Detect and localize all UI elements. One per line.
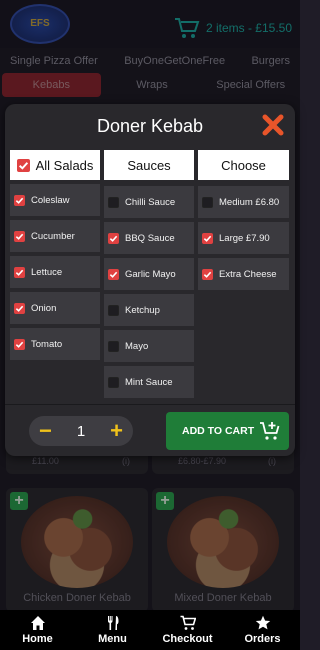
option-mayo[interactable]: Mayo [104, 330, 194, 362]
option-label: Coleslaw [31, 194, 70, 206]
checkbox-checked-icon [108, 268, 119, 280]
checkbox-checked-icon [202, 232, 213, 244]
option-medium[interactable]: Medium £6.80 [198, 186, 289, 218]
option-lettuce[interactable]: Lettuce [10, 256, 100, 288]
checkbox-unchecked-icon [108, 196, 119, 208]
nav-label: Home [22, 633, 53, 645]
nav-home[interactable]: Home [0, 610, 75, 650]
checkbox-unchecked-icon [202, 196, 213, 208]
nav-label: Checkout [162, 633, 213, 645]
product-options-modal: Doner Kebab All Salads Sauces Choose Col… [5, 104, 295, 456]
nav-label: Menu [98, 633, 127, 645]
option-label: Tomato [31, 338, 63, 350]
nav-menu[interactable]: Menu [75, 610, 150, 650]
star-icon [255, 615, 270, 630]
modal-title: Doner Kebab [96, 116, 204, 136]
choose-header: Choose [198, 150, 289, 180]
option-label: Ketchup [125, 304, 160, 316]
option-label: Large £7.90 [219, 232, 270, 244]
option-label: BBQ Sauce [125, 232, 175, 244]
checkbox-checked-icon [108, 232, 119, 244]
option-label: Mayo [125, 340, 149, 352]
add-to-cart-label: ADD TO CART [182, 425, 255, 437]
cutlery-icon [107, 616, 118, 630]
option-bbq-sauce[interactable]: BBQ Sauce [104, 222, 194, 254]
option-garlic-mayo[interactable]: Garlic Mayo [104, 258, 194, 290]
option-label: Mint Sauce [125, 376, 173, 388]
close-icon[interactable] [261, 113, 285, 137]
checkbox-checked-icon [202, 268, 213, 280]
column-header-label: Sauces [127, 157, 171, 173]
checkbox-unchecked-icon [108, 376, 119, 388]
option-chilli-sauce[interactable]: Chilli Sauce [104, 186, 194, 218]
column-header-label: Choose [221, 157, 266, 173]
minus-button[interactable]: − [39, 420, 52, 442]
option-ketchup[interactable]: Ketchup [104, 294, 194, 326]
bottom-nav: Home Menu Checkout Orders [0, 610, 300, 650]
divider [5, 404, 295, 405]
nav-label: Orders [244, 633, 281, 645]
sauces-header: Sauces [104, 150, 194, 180]
option-label: Medium £6.80 [219, 196, 280, 208]
add-to-cart-icon [260, 422, 280, 440]
quantity-value: 1 [76, 422, 86, 440]
column-header-label: All Salads [35, 157, 94, 173]
nav-checkout[interactable]: Checkout [150, 610, 225, 650]
checkbox-checked-icon [14, 302, 25, 314]
checkbox-unchecked-icon [108, 340, 119, 352]
checkbox-checked-icon [16, 158, 30, 172]
option-tomato[interactable]: Tomato [10, 328, 100, 360]
option-label: Cucumber [31, 230, 75, 242]
all-salads-toggle[interactable]: All Salads [10, 150, 100, 180]
checkbox-checked-icon [14, 194, 25, 206]
option-extra-cheese[interactable]: Extra Cheese [198, 258, 289, 290]
checkbox-checked-icon [14, 338, 25, 350]
option-label: Lettuce [31, 266, 63, 278]
option-cucumber[interactable]: Cucumber [10, 220, 100, 252]
option-coleslaw[interactable]: Coleslaw [10, 184, 100, 216]
option-label: Extra Cheese [219, 268, 277, 280]
option-onion[interactable]: Onion [10, 292, 100, 324]
quantity-stepper: − 1 + [29, 416, 133, 446]
checkbox-checked-icon [14, 230, 25, 242]
option-label: Chilli Sauce [125, 196, 176, 208]
home-icon [30, 616, 45, 630]
checkbox-checked-icon [14, 266, 25, 278]
checkbox-unchecked-icon [108, 304, 119, 316]
option-label: Garlic Mayo [125, 268, 176, 280]
option-large[interactable]: Large £7.90 [198, 222, 289, 254]
add-to-cart-button[interactable]: ADD TO CART [166, 412, 289, 450]
plus-button[interactable]: + [110, 420, 123, 442]
option-label: Onion [31, 302, 57, 314]
cart-icon [180, 615, 196, 630]
nav-orders[interactable]: Orders [225, 610, 300, 650]
option-mint-sauce[interactable]: Mint Sauce [104, 366, 194, 398]
